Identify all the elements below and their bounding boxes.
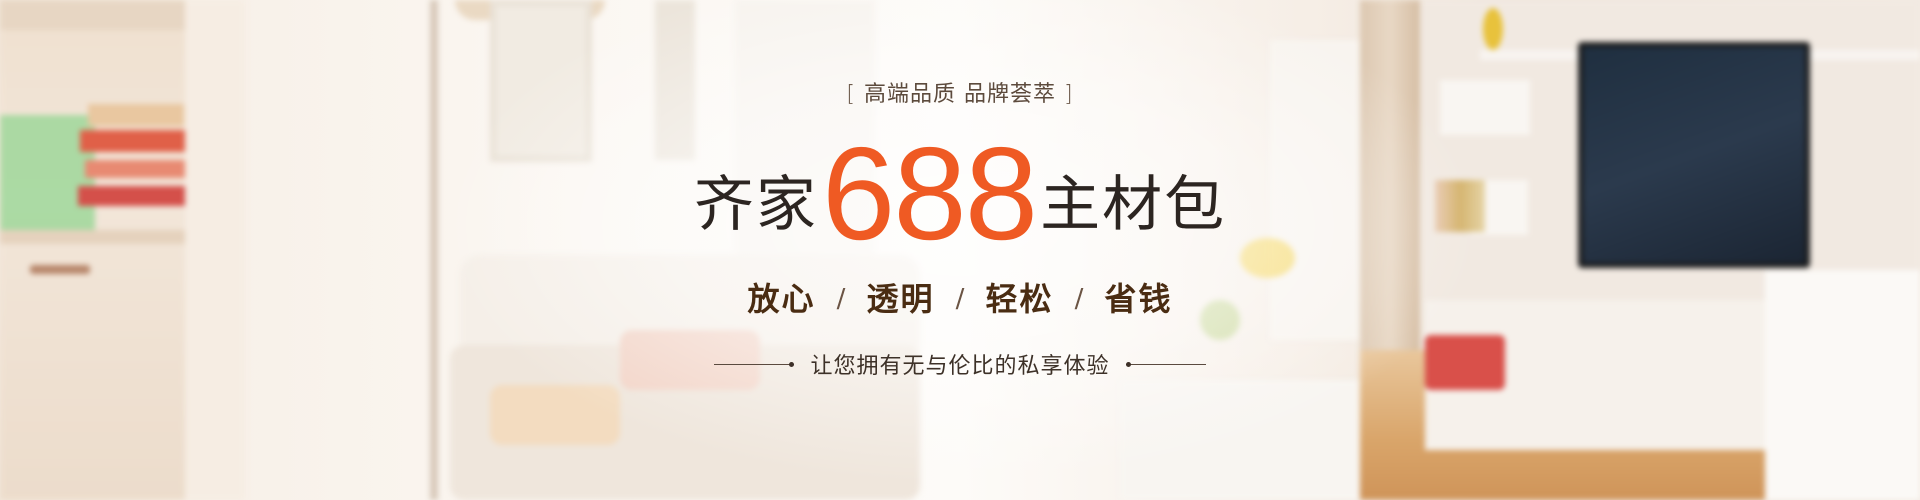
headline-suffix: 主材包	[1040, 170, 1227, 240]
feature-item: 省钱	[1104, 280, 1173, 318]
decorative-dot-icon	[789, 361, 795, 367]
feature-separator: /	[955, 284, 965, 314]
tagline-open-bracket: [	[846, 82, 856, 107]
decorative-dot-icon	[1125, 361, 1131, 367]
tagline: [ 高端品质 品牌荟萃]	[0, 76, 1920, 108]
tagline-close-bracket: ]	[1064, 82, 1074, 107]
feature-item: 放心	[747, 280, 816, 318]
feature-separator: /	[1074, 284, 1084, 314]
feature-separator: /	[836, 284, 846, 314]
subline: 让您拥有无与伦比的私享体验	[0, 348, 1920, 380]
feature-list: 放心 / 透明 / 轻松 / 省钱	[0, 274, 1920, 320]
feature-item: 轻松	[985, 280, 1054, 318]
subline-text: 让您拥有无与伦比的私享体验	[810, 354, 1110, 379]
hero-banner[interactable]: [ 高端品质 品牌荟萃] 齐家688主材包 放心 / 透明 / 轻松 / 省钱 让…	[0, 0, 1920, 500]
headline: 齐家688主材包	[0, 118, 1920, 269]
headline-price-number: 688	[821, 120, 1038, 267]
headline-prefix: 齐家	[693, 170, 818, 240]
decorative-line-right	[1125, 361, 1206, 367]
tagline-text: 高端品质 品牌荟萃	[864, 82, 1056, 107]
banner-content: [ 高端品质 品牌荟萃] 齐家688主材包 放心 / 透明 / 轻松 / 省钱 让…	[0, 0, 1920, 500]
feature-item: 透明	[866, 280, 935, 318]
decorative-line-left	[714, 361, 795, 367]
